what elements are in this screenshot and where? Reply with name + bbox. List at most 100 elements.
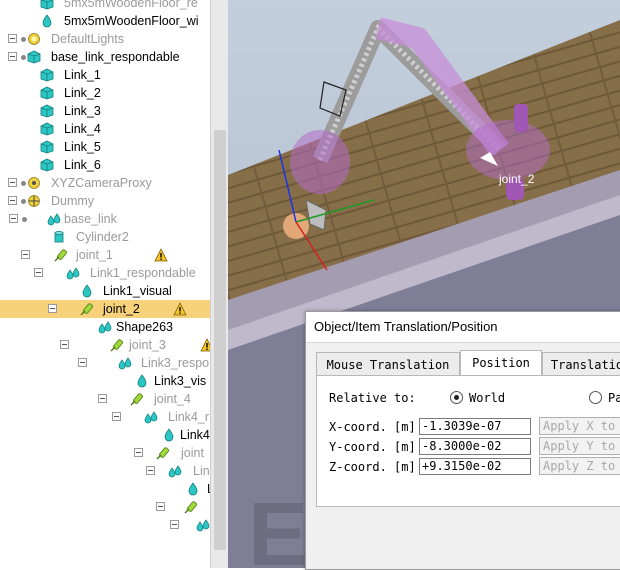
tree-item[interactable]: Link1_respondable [0,264,210,282]
warning-icon [173,302,187,316]
y-coord-field[interactable]: -8.3000e-02 [419,438,531,455]
tree-item-label: Link_6 [64,158,101,172]
cube-icon [27,50,41,64]
tree-item[interactable]: Link_3 [0,102,210,120]
tree-item[interactable]: Cylinder2 [0,228,210,246]
tree-item[interactable]: Link3_vis [0,372,210,390]
tree-item-label: Link4_r [168,410,209,424]
tree-expander[interactable] [8,52,17,61]
tree-item[interactable]: joint_2 [0,300,210,318]
tree-item[interactable]: joint_4 [0,390,210,408]
tree-item[interactable]: joint [0,444,210,462]
apply-y-button[interactable]: Apply Y to s [539,437,620,455]
position-panel: Relative to: World Pa X-coord. [m] -1.30… [316,375,620,507]
tree-item[interactable]: Dummy [0,192,210,210]
relative-to-label: Relative to: [329,391,416,405]
tree-dot [21,199,26,204]
tree-item[interactable]: 5mx5mWoodenFloor_wi [0,12,210,30]
tree-item-label: Shape263 [116,320,174,334]
cube-icon [40,68,54,82]
tree-item[interactable]: Link_1 [0,66,210,84]
tree-expander[interactable] [21,250,30,259]
tree-item-label: joint [181,446,204,460]
tree-item[interactable] [0,516,210,534]
tab-translation[interactable]: Translatio [542,352,620,376]
translation-position-dialog: Object/Item Translation/Position Mouse T… [305,311,620,570]
tree-item[interactable]: Link_5 [0,138,210,156]
shapes-icon [118,356,132,370]
tree-item[interactable]: Shape263 [0,318,210,336]
tab-position[interactable]: Position [460,350,542,376]
tree-item[interactable]: Link4_r [0,408,210,426]
tree-expander[interactable] [78,358,87,367]
shapes-icon [168,464,182,478]
tree-item[interactable]: Link_4 [0,120,210,138]
apply-x-button[interactable]: Apply X to s [539,417,620,435]
joint-3-sphere [290,130,350,194]
shape-icon [80,284,94,298]
camera-icon [27,176,41,190]
joint-label: joint_2 [498,172,535,186]
tree-dot [21,37,26,42]
tree-item-label: joint_1 [76,248,113,262]
cube-icon [40,140,54,154]
tree-expander[interactable] [34,268,43,277]
scrollbar-thumb[interactable] [214,130,226,550]
cube-icon [40,86,54,100]
parent-radio[interactable] [589,391,602,404]
cube-icon [40,104,54,118]
tree-expander[interactable] [8,196,17,205]
tree-item-label: joint_2 [103,302,140,316]
tree-expander[interactable] [112,412,121,421]
warning-icon [154,248,168,262]
tree-expander[interactable] [170,520,179,529]
tree-expander[interactable] [8,34,17,43]
tree-expander[interactable] [8,178,17,187]
x-coord-field[interactable]: -1.3039e-07 [419,418,531,435]
tree-item[interactable]: 5mx5mWoodenFloor_re [0,0,210,12]
tree-item[interactable]: Link_2 [0,84,210,102]
shapes-icon [196,518,210,532]
tree-item[interactable]: base_link_respondable [0,48,210,66]
tree-item-label: XYZCameraProxy [51,176,152,190]
tree-item[interactable]: DefaultLights [0,30,210,48]
light-icon [27,32,41,46]
joint-icon [184,500,198,514]
z-coord-field[interactable]: +9.3150e-02 [419,458,531,475]
tree-expander[interactable] [48,304,57,313]
tree-expander[interactable] [146,466,155,475]
tree-item[interactable]: joint_1 [0,246,210,264]
shapes-icon [98,320,112,334]
tree-item[interactable]: Link3_respo [0,354,210,372]
scene-hierarchy: 5mx5mWoodenFloor_re 5mx5mWoodenFloor_wi De… [0,0,210,568]
apply-z-button[interactable]: Apply Z to s [539,457,620,475]
tree-dot [21,181,26,186]
tree-item[interactable]: Link1_visual [0,282,210,300]
tree-item[interactable]: Link4 [0,426,210,444]
tree-expander[interactable] [98,394,107,403]
cube-icon [40,158,54,172]
tree-item-label: Cylinder2 [76,230,129,244]
tree-item-label: Link_2 [64,86,101,100]
cylinder-icon [52,230,66,244]
tab-mouse-translation[interactable]: Mouse Translation [316,352,460,376]
world-radio[interactable] [450,391,463,404]
tree-item[interactable] [0,498,210,516]
tree-expander[interactable] [134,448,143,457]
tree-item[interactable]: L [0,480,210,498]
tree-item-label: Link1_respondable [90,266,196,280]
tree-dot [21,55,26,60]
hierarchy-scrollbar[interactable] [210,0,229,568]
tree-expander[interactable] [156,502,165,511]
tree-item[interactable]: joint_3 [0,336,210,354]
tree-item-label: DefaultLights [51,32,124,46]
tree-item-label: Link_3 [64,104,101,118]
tree-item[interactable]: base_link [0,210,210,228]
tree-item[interactable]: XYZCameraProxy [0,174,210,192]
tree-item[interactable]: Link_6 [0,156,210,174]
tree-expander[interactable] [9,214,18,223]
tree-expander[interactable] [60,340,69,349]
tree-item[interactable]: Lin [0,462,210,480]
shapes-icon [47,212,61,226]
joint-icon [156,446,170,460]
